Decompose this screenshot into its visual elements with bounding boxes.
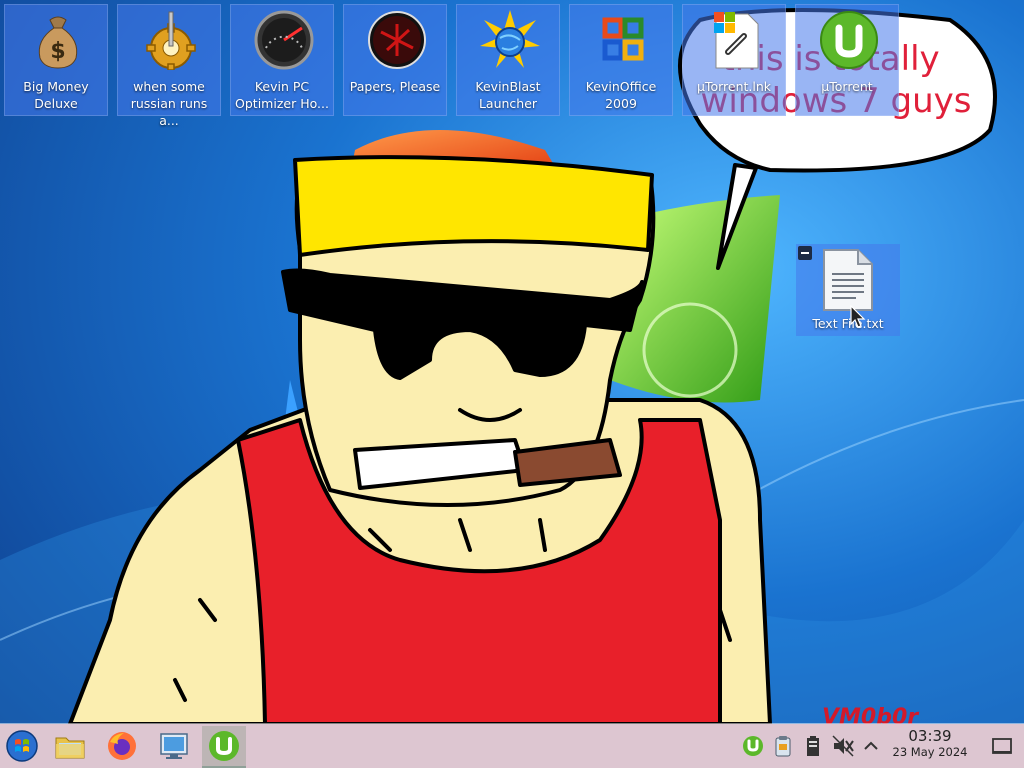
taskbar-control-panel-button[interactable] xyxy=(152,726,196,766)
papers-please-icon xyxy=(368,11,426,69)
system-settings-icon xyxy=(160,733,188,759)
windows-start-icon xyxy=(6,730,38,762)
storage-icon[interactable] xyxy=(801,734,825,758)
utorrent-icon xyxy=(820,11,878,69)
money-bag-icon: $ xyxy=(38,16,78,69)
svg-text:$: $ xyxy=(50,39,65,64)
taskbar-file-manager-button[interactable] xyxy=(48,726,92,766)
desktop-icon-utorrent[interactable]: µTorrent xyxy=(795,4,899,116)
gear-icon xyxy=(146,11,196,70)
clipboard-icon[interactable] xyxy=(771,734,795,758)
office-logo-icon xyxy=(602,17,644,61)
desktop-icon-kevinblast[interactable]: KevinBlast Launcher xyxy=(456,4,560,116)
clock-time: 03:39 xyxy=(908,727,952,745)
desktop-icon-papers-please[interactable]: Papers, Please xyxy=(343,4,447,116)
desktop-icon-label: µTorrent.lnk xyxy=(696,79,772,94)
taskbar-clock[interactable]: 03:39 23 May 2024 xyxy=(884,728,976,760)
desktop-icon-text-file[interactable]: Text File.txt xyxy=(796,244,900,336)
desktop-icon-big-money-deluxe[interactable]: $ Big Money Deluxe xyxy=(4,4,108,116)
chevron-up-icon[interactable] xyxy=(859,734,883,758)
text-document-icon xyxy=(823,249,873,311)
desktop-icon-russian[interactable]: when some russian runs a... xyxy=(117,4,221,128)
desktop-icon-utorrent-lnk[interactable]: µTorrent.lnk xyxy=(682,4,786,116)
taskbar-firefox-button[interactable] xyxy=(100,726,144,766)
clock-date: 23 May 2024 xyxy=(892,745,968,759)
mouse-pointer-icon xyxy=(850,305,866,328)
desktop-icon-label: KevinBlast Launcher xyxy=(475,79,541,111)
desktop-icon-kevinoffice[interactable]: KevinOffice 2009 xyxy=(569,4,673,116)
desktop-icon-label: Big Money Deluxe xyxy=(23,79,89,111)
utorrent-icon xyxy=(209,731,239,761)
desktop-icon-label: Text File.txt xyxy=(812,316,884,331)
folder-icon xyxy=(55,737,85,759)
show-desktop-icon[interactable] xyxy=(988,732,1016,760)
desktop-icon-kevin-pc-optimizer[interactable]: Kevin PC Optimizer Ho... xyxy=(230,4,334,116)
desktop-icon-label: Kevin PC Optimizer Ho... xyxy=(235,79,329,111)
speedometer-icon xyxy=(254,10,314,70)
link-file-icon xyxy=(714,12,759,69)
desktop-icon-label: µTorrent xyxy=(821,79,873,94)
utorrent-tray-icon[interactable] xyxy=(741,734,765,758)
taskbar: 03:39 23 May 2024 xyxy=(0,724,1024,768)
start-button[interactable] xyxy=(0,726,44,766)
globe-burst-icon xyxy=(480,10,540,68)
firefox-icon xyxy=(108,732,136,760)
desktop-icon-label: Papers, Please xyxy=(349,79,441,94)
volume-muted-icon[interactable] xyxy=(831,734,855,758)
desktop-icon-label: KevinOffice 2009 xyxy=(585,79,657,111)
desktop-icon-label: when some russian runs a... xyxy=(130,79,208,128)
selection-toggle-button[interactable] xyxy=(798,246,812,260)
taskbar-utorrent-button[interactable] xyxy=(202,726,246,768)
